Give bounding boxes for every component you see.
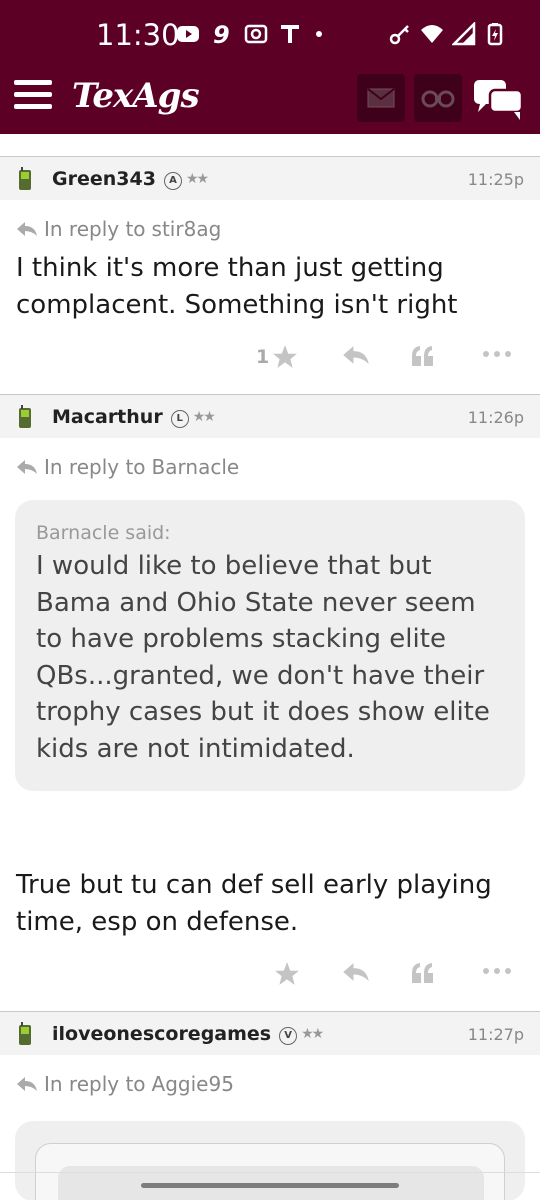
battery-charging-icon bbox=[487, 23, 503, 46]
vpn-key-icon bbox=[389, 25, 409, 45]
status-icons-right bbox=[388, 22, 508, 46]
reply-arrow-icon bbox=[17, 460, 37, 474]
quote-icon bbox=[412, 346, 433, 366]
username[interactable]: iloveonescoregames V ★★ bbox=[52, 1023, 324, 1045]
thread-feed: Green343 A ★★ 11:25p In reply to stir8ag I… bbox=[0, 134, 540, 1200]
phone-icon bbox=[19, 167, 31, 190]
post-time: 11:25p bbox=[467, 170, 524, 189]
rank-stars: ★★ bbox=[185, 171, 209, 187]
post-header: Green343 A ★★ 11:25p bbox=[0, 156, 540, 200]
reply-to-user[interactable]: stir8ag bbox=[152, 217, 222, 241]
nine-app-icon: 9 bbox=[213, 22, 230, 46]
post-actions bbox=[0, 941, 540, 1011]
post-body: True but tu can def sell early playing t… bbox=[16, 870, 492, 937]
quote-text: I would like to believe that but Bama an… bbox=[36, 551, 490, 764]
post: Green343 A ★★ 11:25p In reply to stir8ag I… bbox=[0, 156, 540, 394]
user-badge: A bbox=[163, 171, 182, 190]
phone-icon bbox=[19, 1022, 31, 1045]
youtube-icon bbox=[177, 26, 199, 42]
post-time: 11:27p bbox=[467, 1025, 524, 1044]
mail-icon bbox=[367, 88, 395, 108]
quote-author: Barnacle said: bbox=[36, 522, 171, 544]
reply-line: In reply to Barnacle bbox=[16, 454, 540, 480]
star-button[interactable] bbox=[274, 961, 300, 987]
menu-icon-bar bbox=[14, 80, 52, 85]
chat-bubbles-icon bbox=[474, 80, 524, 120]
star-button[interactable]: 1 bbox=[256, 344, 298, 370]
reply-icon bbox=[343, 346, 369, 364]
status-bar: 11:30 9 bbox=[0, 0, 540, 70]
reply-prefix: In reply to bbox=[44, 217, 146, 241]
user-badge: L bbox=[170, 409, 189, 428]
mail-button[interactable] bbox=[357, 74, 405, 122]
reply-icon bbox=[343, 963, 369, 981]
post-actions: 1 bbox=[0, 324, 540, 394]
post: Macarthur L ★★ 11:26p In reply to Barnacle… bbox=[0, 394, 540, 1011]
t-app-icon bbox=[281, 25, 299, 43]
reply-to-user[interactable]: Barnacle bbox=[152, 455, 240, 479]
username-text[interactable]: Macarthur bbox=[52, 406, 163, 428]
status-icons-left: 9 bbox=[176, 22, 336, 46]
more-icon bbox=[483, 968, 511, 974]
app-header: 11:30 9 TexAgs bbox=[0, 0, 540, 134]
watchlist-button[interactable] bbox=[414, 74, 462, 122]
nav-bar: TexAgs bbox=[0, 70, 540, 134]
home-indicator[interactable] bbox=[141, 1183, 399, 1188]
menu-icon-bar bbox=[14, 104, 52, 109]
username[interactable]: Green343 A ★★ bbox=[52, 168, 209, 190]
reply-arrow-icon bbox=[17, 1077, 37, 1091]
feed-spacer bbox=[0, 134, 540, 156]
signal-icon bbox=[452, 22, 476, 46]
binoculars-icon bbox=[421, 90, 455, 108]
texags-logo[interactable]: TexAgs bbox=[72, 76, 200, 116]
star-count: 1 bbox=[256, 346, 270, 368]
quote-button[interactable] bbox=[410, 344, 436, 368]
status-time: 11:30 bbox=[96, 18, 180, 52]
quote-block bbox=[15, 1121, 525, 1200]
nav-divider bbox=[0, 1172, 540, 1173]
svg-text:9: 9 bbox=[213, 22, 230, 46]
reply-prefix: In reply to bbox=[44, 1072, 146, 1096]
reply-prefix: In reply to bbox=[44, 455, 146, 479]
username[interactable]: Macarthur L ★★ bbox=[52, 406, 216, 428]
star-icon bbox=[273, 345, 298, 368]
post-time: 11:26p bbox=[467, 408, 524, 427]
camera-icon bbox=[244, 24, 268, 44]
reply-button[interactable] bbox=[342, 961, 370, 983]
reply-button[interactable] bbox=[342, 344, 370, 366]
dot-icon bbox=[316, 31, 322, 37]
reply-line: In reply to stir8ag bbox=[16, 216, 540, 242]
phone-icon bbox=[19, 405, 31, 428]
menu-icon-bar bbox=[14, 92, 52, 97]
username-text[interactable]: Green343 bbox=[52, 168, 156, 190]
post-body: I think it's more than just getting comp… bbox=[16, 253, 458, 320]
more-button[interactable] bbox=[482, 961, 512, 981]
user-badge: V bbox=[279, 1026, 298, 1045]
reply-arrow-icon bbox=[17, 222, 37, 236]
quote-icon bbox=[412, 963, 433, 983]
username-text[interactable]: iloveonescoregames bbox=[52, 1023, 271, 1045]
more-button[interactable] bbox=[482, 344, 512, 364]
quote-button[interactable] bbox=[410, 961, 436, 985]
rank-stars: ★★ bbox=[192, 409, 216, 425]
menu-button[interactable] bbox=[14, 80, 54, 110]
rank-stars: ★★ bbox=[301, 1026, 324, 1042]
reply-line: In reply to Aggie95 bbox=[16, 1071, 540, 1097]
quote-block: Barnacle said: I would like to believe t… bbox=[15, 500, 525, 791]
chat-button[interactable] bbox=[472, 76, 526, 122]
star-icon bbox=[275, 962, 299, 985]
wifi-icon bbox=[421, 25, 443, 43]
post-header: Macarthur L ★★ 11:26p bbox=[0, 394, 540, 438]
post-header: iloveonescoregames V ★★ 11:27p bbox=[0, 1011, 540, 1055]
more-icon bbox=[483, 351, 511, 357]
reply-to-user[interactable]: Aggie95 bbox=[152, 1072, 234, 1096]
